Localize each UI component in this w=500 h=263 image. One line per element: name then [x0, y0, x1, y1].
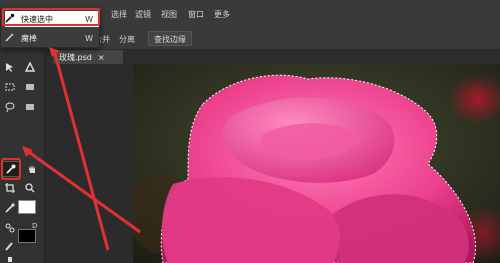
text-tool-icon[interactable]: [22, 100, 38, 114]
move-icon[interactable]: [2, 60, 18, 74]
document-tab[interactable]: 玫瑰.psd ×: [53, 50, 123, 64]
find-edges-button[interactable]: 查找边缘: [148, 31, 192, 46]
marquee-icon[interactable]: [2, 80, 18, 94]
hand-icon[interactable]: [24, 162, 40, 176]
background-color-swatch[interactable]: [18, 229, 36, 243]
magic-wand-shortcut: W: [85, 33, 93, 43]
menu-filter[interactable]: 滤镜: [135, 9, 151, 20]
menu-more[interactable]: 更多: [214, 9, 230, 20]
menu-view[interactable]: 视图: [161, 9, 177, 20]
eyedropper-icon[interactable]: [2, 201, 18, 215]
brush-icon[interactable]: [2, 239, 18, 253]
magic-wand-label: 魔棒: [21, 33, 37, 43]
close-icon[interactable]: ×: [98, 53, 105, 62]
zoom-icon[interactable]: [22, 181, 38, 195]
document-tab-title: 玫瑰.psd: [59, 52, 92, 62]
document-tabs: 玫瑰.psd ×: [45, 50, 500, 64]
stamp-icon[interactable]: [2, 255, 18, 263]
crop-icon[interactable]: [2, 181, 18, 195]
rose-image: [133, 64, 500, 263]
foreground-color-swatch[interactable]: [18, 200, 36, 214]
tool-highlight-box: [1, 158, 21, 180]
option-separate[interactable]: 分离: [119, 34, 135, 45]
popup-highlight-box: [2, 8, 100, 26]
magic-wand-icon: [5, 32, 15, 44]
healing-icon[interactable]: [2, 221, 18, 235]
rectangle-icon[interactable]: [22, 80, 38, 94]
menu-window[interactable]: 窗口: [188, 9, 204, 20]
magic-wand-menu-item[interactable]: 魔棒 W: [5, 30, 99, 46]
canvas-margin: [45, 64, 133, 263]
lasso-icon[interactable]: [2, 100, 18, 114]
tools-panel: D: [0, 50, 45, 263]
menu-select[interactable]: 选择: [111, 9, 127, 20]
pen-icon[interactable]: [22, 60, 38, 74]
